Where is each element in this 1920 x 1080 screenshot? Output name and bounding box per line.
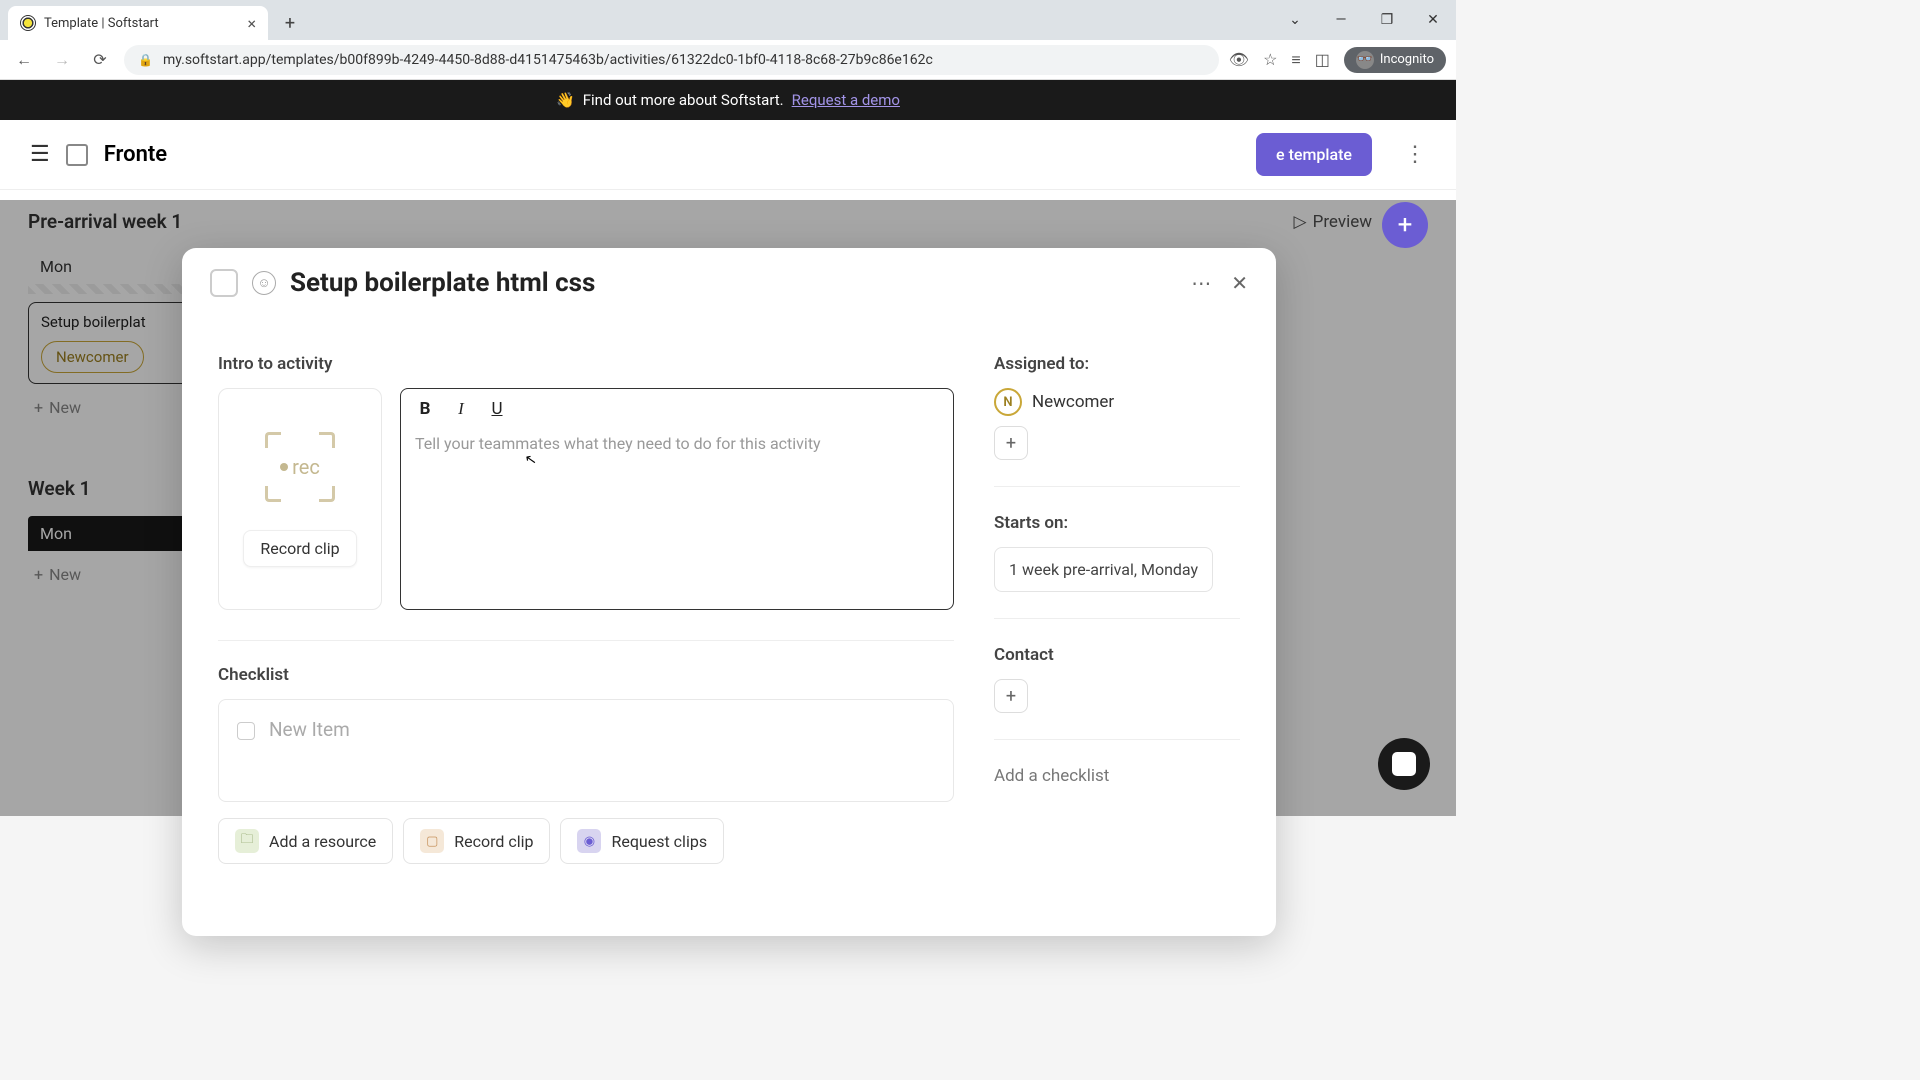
person-icon: ◉ [577, 829, 601, 853]
assignee-chip[interactable]: N Newcomer [994, 388, 1240, 416]
url-text: my.softstart.app/templates/b00f899b-4249… [163, 52, 933, 68]
video-icon: ▢ [420, 829, 444, 853]
avatar: N [994, 388, 1022, 416]
maximize-icon[interactable]: ❐ [1364, 4, 1410, 36]
add-contact-button[interactable]: + [994, 679, 1028, 713]
complete-checkbox[interactable] [210, 269, 238, 297]
favicon-icon [20, 15, 36, 31]
checklist-label: Checklist [218, 665, 954, 685]
side-panel-icon[interactable]: ◫ [1315, 50, 1330, 69]
add-checklist-link[interactable]: Add a checklist [994, 766, 1240, 786]
new-tab-button[interactable]: + [276, 9, 304, 37]
add-resource-button[interactable]: 🗀 Add a resource [218, 818, 393, 864]
checklist-checkbox[interactable] [237, 722, 255, 740]
intro-label: Intro to activity [218, 354, 954, 374]
tab-title: Template | Softstart [44, 16, 159, 31]
assigned-to-label: Assigned to: [994, 354, 1240, 374]
emoji-picker-button[interactable]: ☺ [252, 271, 276, 295]
more-vertical-icon[interactable]: ⋮ [1404, 142, 1426, 167]
url-input[interactable]: 🔒 my.softstart.app/templates/b00f899b-42… [124, 45, 1219, 75]
divider [994, 618, 1240, 619]
browser-tabbar: Template | Softstart × + ⌄ ― ❐ ✕ [0, 0, 1456, 40]
preview-button[interactable]: ▷ Preview [1294, 212, 1372, 232]
underline-button[interactable]: U [487, 399, 507, 419]
modal-title[interactable]: Setup boilerplate html css [290, 268, 595, 298]
intercom-chat-button[interactable] [1378, 738, 1430, 790]
close-tab-icon[interactable]: × [247, 14, 256, 33]
editor-placeholder[interactable]: Tell your teammates what they need to do… [401, 430, 953, 609]
bold-button[interactable]: B [415, 399, 435, 419]
start-date-button[interactable]: 1 week pre-arrival, Monday [994, 547, 1213, 592]
italic-button[interactable]: I [451, 399, 471, 419]
description-editor[interactable]: B I U Tell your teammates what they need… [400, 388, 954, 610]
close-modal-button[interactable]: ✕ [1231, 271, 1248, 295]
browser-tab[interactable]: Template | Softstart × [8, 6, 268, 40]
promo-banner: 👋 Find out more about Softstart. Request… [0, 80, 1456, 120]
add-assignee-button[interactable]: + [994, 426, 1028, 460]
eye-off-icon[interactable]: 👁 [1229, 50, 1249, 69]
chat-icon [1392, 752, 1416, 776]
lock-icon: 🔒 [138, 53, 153, 67]
star-icon[interactable]: ☆ [1263, 50, 1277, 69]
record-clip-button[interactable]: Record clip [243, 530, 356, 567]
address-bar: ← → ⟳ 🔒 my.softstart.app/templates/b00f8… [0, 40, 1456, 80]
share-template-button[interactable]: e template [1256, 133, 1372, 176]
checklist-input[interactable]: New Item [269, 718, 350, 741]
record-frame-icon: rec [265, 432, 335, 502]
checklist-item[interactable]: New Item [218, 699, 954, 802]
divider [218, 640, 954, 641]
divider [994, 739, 1240, 740]
reload-button[interactable]: ⟳ [86, 46, 114, 74]
starts-on-label: Starts on: [994, 513, 1240, 533]
wave-icon: 👋 [556, 91, 575, 109]
contact-label: Contact [994, 645, 1240, 665]
reading-list-icon[interactable]: ≡ [1291, 50, 1300, 70]
more-horizontal-icon[interactable]: ⋯ [1191, 271, 1211, 295]
page-header: ☰ Fronte e template ⋮ [0, 120, 1456, 190]
back-button[interactable]: ← [10, 46, 38, 74]
record-clip-attach-button[interactable]: ▢ Record clip [403, 818, 550, 864]
page-title: Fronte [104, 142, 167, 167]
banner-text: Find out more about Softstart. [583, 91, 784, 109]
forward-button: → [48, 46, 76, 74]
play-icon: ▷ [1294, 212, 1307, 232]
request-clips-button[interactable]: ◉ Request clips [560, 818, 724, 864]
incognito-icon: 👓 [1356, 51, 1374, 69]
divider [994, 486, 1240, 487]
activity-modal: ☺ Setup boilerplate html css ⋯ ✕ Intro t… [182, 248, 1276, 936]
record-clip-box[interactable]: rec Record clip [218, 388, 382, 610]
close-window-icon[interactable]: ✕ [1410, 4, 1456, 36]
board-icon[interactable] [66, 144, 88, 166]
folder-icon: 🗀 [235, 829, 259, 853]
request-demo-link[interactable]: Request a demo [792, 91, 900, 109]
menu-icon[interactable]: ☰ [30, 142, 50, 167]
chevron-down-icon[interactable]: ⌄ [1272, 4, 1318, 36]
minimize-icon[interactable]: ― [1318, 4, 1364, 36]
add-fab-button[interactable]: + [1382, 202, 1428, 248]
incognito-badge[interactable]: 👓 Incognito [1344, 47, 1446, 73]
assignee-name: Newcomer [1032, 392, 1114, 412]
